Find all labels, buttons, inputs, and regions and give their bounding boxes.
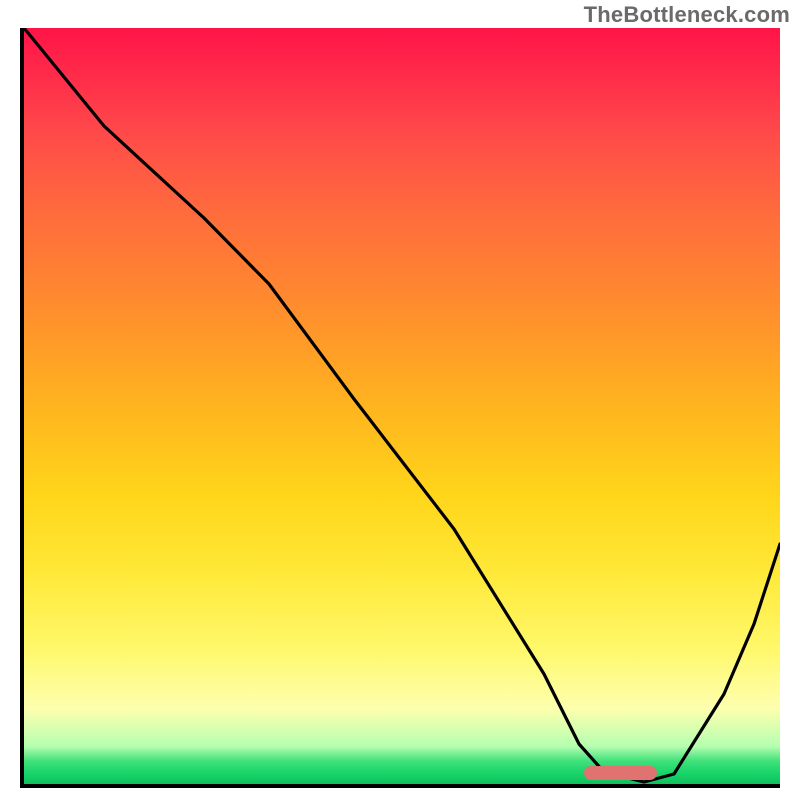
optimal-range-marker: [584, 766, 657, 780]
chart-root: TheBottleneck.com: [0, 0, 800, 800]
curve-svg: [24, 28, 780, 784]
attribution-label: TheBottleneck.com: [584, 2, 790, 28]
bottleneck-curve-line: [24, 28, 780, 782]
plot-area: [20, 28, 780, 788]
